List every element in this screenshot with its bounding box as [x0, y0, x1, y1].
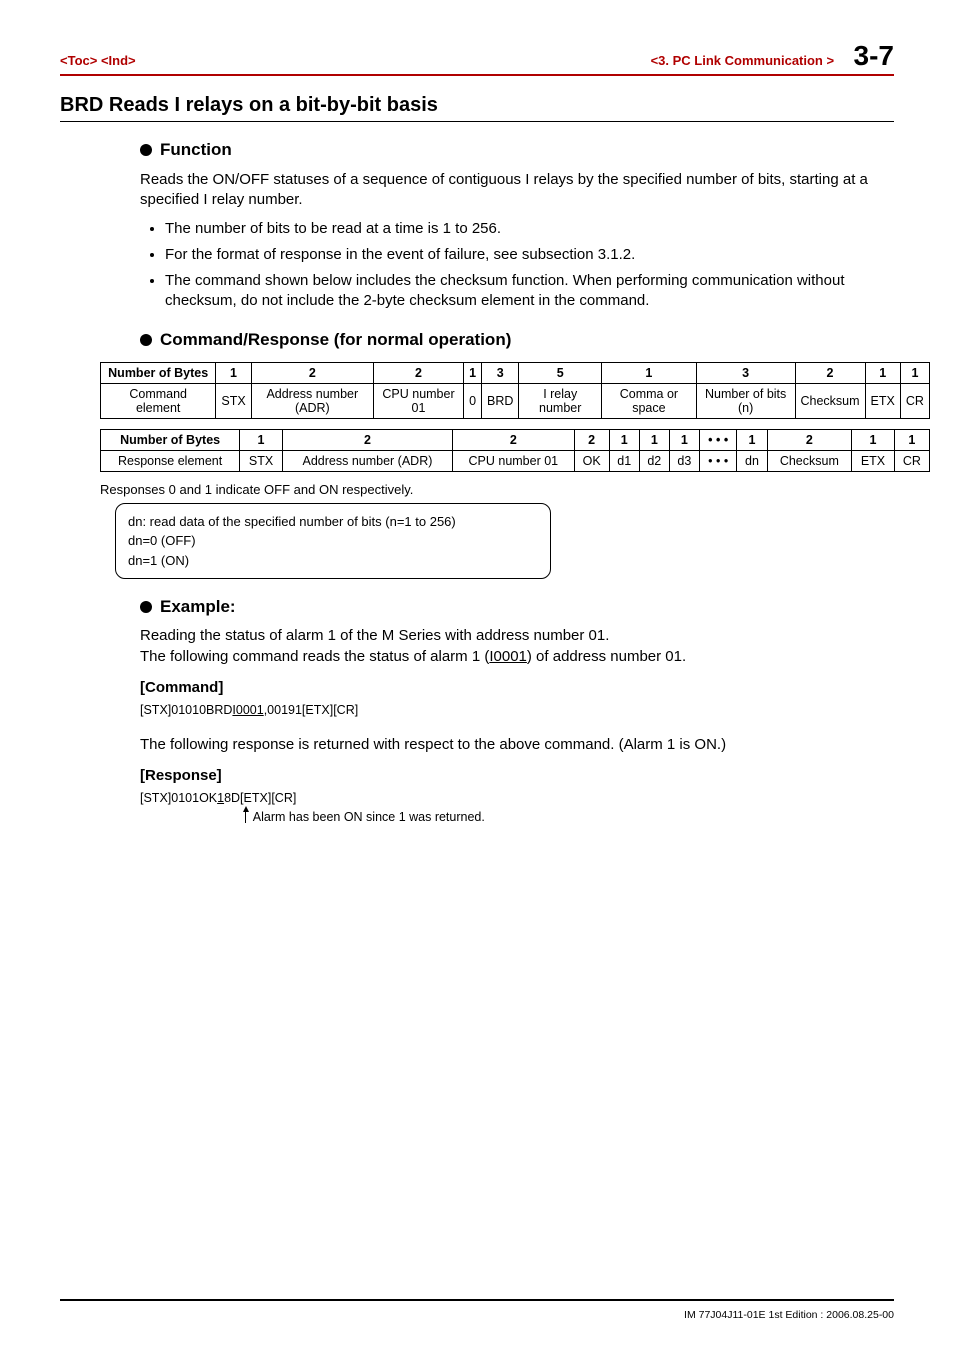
callout-line-3: dn=1 (ON)	[128, 551, 538, 571]
function-description: Reads the ON/OFF statuses of a sequence …	[140, 170, 884, 211]
function-bullet-1: The number of bits to be read at a time …	[165, 219, 884, 239]
cmdresp-heading: Command/Response (for normal operation)	[140, 330, 884, 350]
bottom-rule	[60, 1299, 894, 1301]
response-intro: The following response is returned with …	[140, 734, 884, 755]
response-label: [Response]	[140, 765, 884, 786]
header-toc: <Toc> <Ind>	[60, 53, 136, 68]
t1-element-label: Command element	[101, 383, 216, 418]
section-title: BRD Reads I relays on a bit-by-bit basis	[60, 94, 894, 122]
command-label: [Command]	[140, 677, 884, 698]
header-section: <3. PC Link Communication >	[651, 53, 834, 68]
example-line-2: The following command reads the status o…	[140, 646, 884, 667]
t2-bytes-label: Number of Bytes	[101, 429, 240, 450]
command-code: [STX]01010BRDI0001,00191[ETX][CR]	[140, 702, 884, 720]
arrow-up-icon	[245, 811, 246, 823]
callout-line-1: dn: read data of the specified number of…	[128, 512, 538, 532]
t1-bytes-label: Number of Bytes	[101, 362, 216, 383]
function-bullet-3: The command shown below includes the che…	[165, 271, 884, 312]
page-number: 3-7	[854, 40, 894, 71]
response-code: [STX]0101OK18D[ETX][CR]	[140, 790, 884, 808]
command-table: Number of Bytes 1 2 2 1 3 5 1 3 2 1 1 Co…	[100, 362, 930, 419]
callout-box: dn: read data of the specified number of…	[115, 503, 551, 580]
response-note: Responses 0 and 1 indicate OFF and ON re…	[100, 482, 894, 497]
function-bullet-2: For the format of response in the event …	[165, 245, 884, 265]
function-heading: Function	[140, 140, 884, 160]
example-heading: Example:	[140, 597, 884, 617]
example-line-1: Reading the status of alarm 1 of the M S…	[140, 625, 884, 646]
arrow-note: Alarm has been ON since 1 was returned.	[245, 809, 884, 827]
t2-element-label: Response element	[101, 450, 240, 471]
footer-text: IM 77J04J11-01E 1st Edition : 2006.08.25…	[684, 1309, 894, 1321]
callout-line-2: dn=0 (OFF)	[128, 531, 538, 551]
response-table: Number of Bytes 1 2 2 2 1 1 1 • • • 1 2 …	[100, 429, 930, 472]
